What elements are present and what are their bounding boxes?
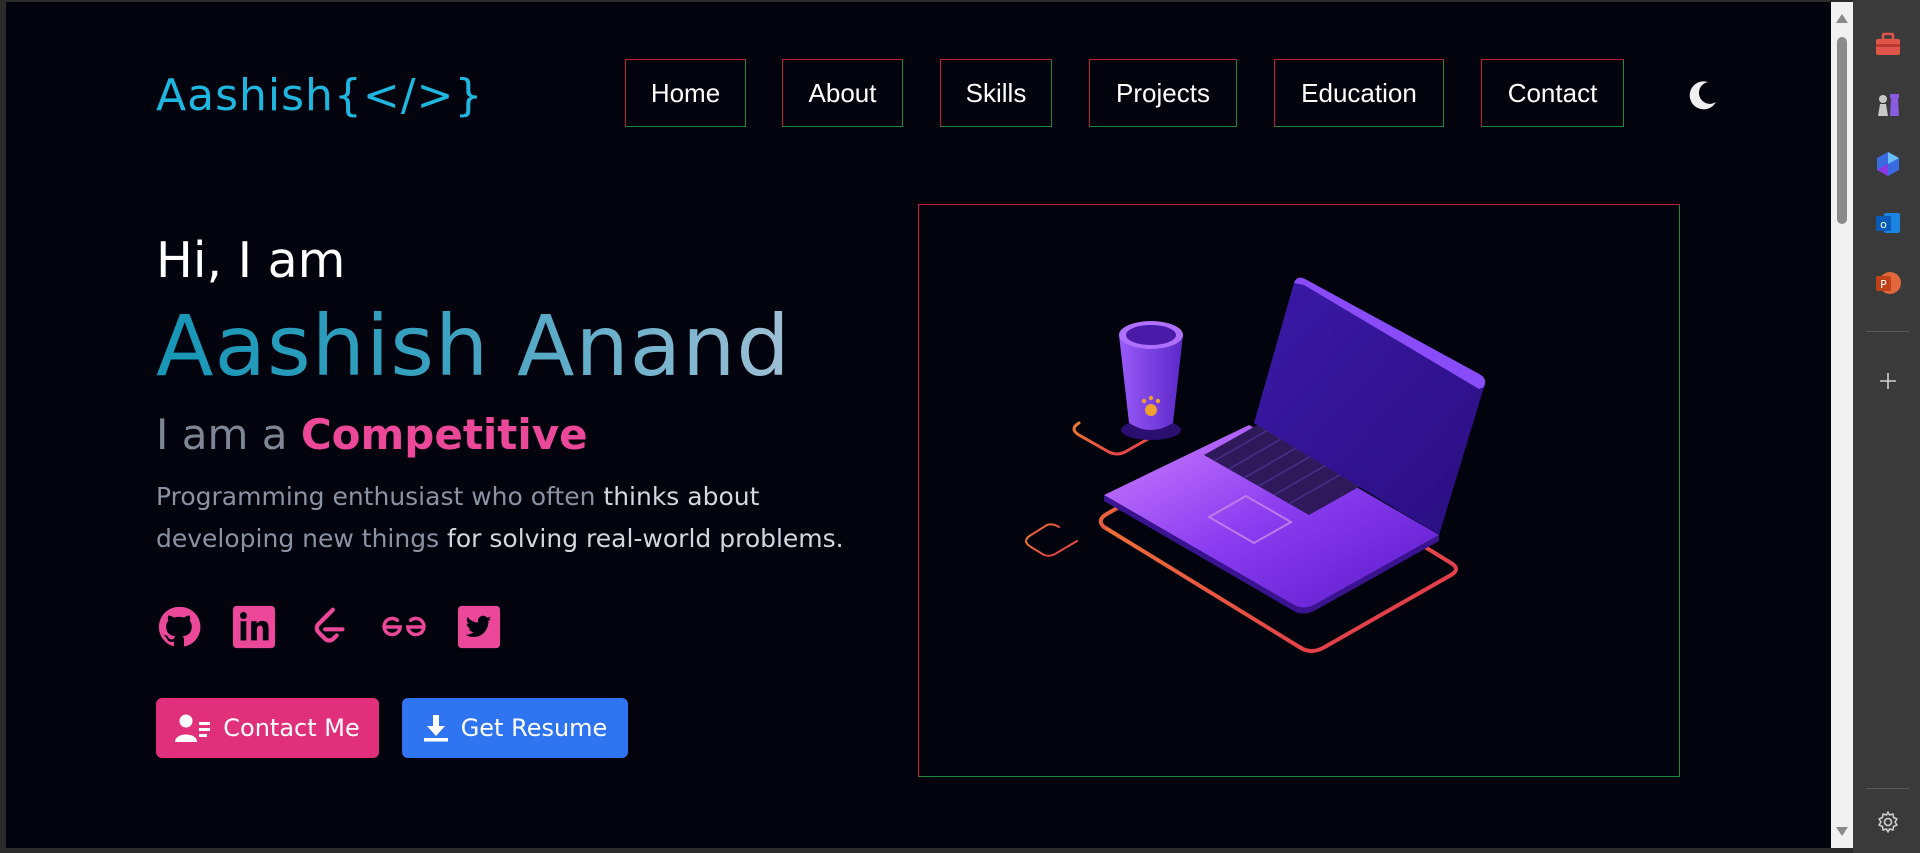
desc-part-2a: developing new things bbox=[156, 524, 448, 553]
add-icon[interactable] bbox=[1874, 367, 1902, 395]
outlook-icon[interactable]: o bbox=[1874, 209, 1902, 237]
nav-education[interactable]: Education bbox=[1274, 59, 1444, 127]
role-line: I am a Competitive bbox=[156, 410, 588, 459]
role-word: Competitive bbox=[300, 410, 588, 459]
get-resume-label: Get Resume bbox=[460, 714, 608, 742]
linkedin-icon[interactable] bbox=[231, 604, 277, 650]
greeting: Hi, I am bbox=[156, 232, 346, 289]
geeksforgeeks-icon[interactable] bbox=[381, 604, 427, 650]
download-icon bbox=[423, 714, 449, 742]
scroll-down-arrow-icon[interactable] bbox=[1836, 827, 1848, 836]
desc-part-1b: thinks about bbox=[603, 482, 760, 511]
hero-name: Aashish Anand bbox=[156, 297, 791, 395]
nav-about[interactable]: About bbox=[782, 59, 903, 127]
nav-projects[interactable]: Projects bbox=[1089, 59, 1237, 127]
nav-skills[interactable]: Skills bbox=[940, 59, 1052, 127]
github-icon[interactable] bbox=[156, 604, 202, 650]
leetcode-icon[interactable] bbox=[306, 604, 352, 650]
twitter-icon[interactable] bbox=[456, 604, 502, 650]
scrollbar-thumb[interactable] bbox=[1837, 37, 1847, 224]
browser-viewport: Aashish{</>} Home About Skills Projects … bbox=[6, 2, 1831, 848]
hero-description: Programming enthusiast who often thinks … bbox=[156, 476, 876, 560]
sidebar-divider-bottom bbox=[1866, 788, 1909, 789]
settings-icon[interactable] bbox=[1874, 808, 1902, 836]
scroll-up-arrow-icon[interactable] bbox=[1836, 14, 1848, 23]
contact-me-button[interactable]: Contact Me bbox=[156, 698, 379, 758]
desc-part-1a: Programming enthusiast who often bbox=[156, 482, 604, 511]
desc-part-2b: for solving real-world problems. bbox=[447, 524, 844, 553]
laptop-illustration bbox=[1025, 277, 1485, 653]
vertical-scrollbar[interactable] bbox=[1831, 2, 1853, 848]
powerpoint-icon[interactable]: P bbox=[1874, 269, 1902, 297]
contact-me-label: Contact Me bbox=[223, 714, 360, 742]
browser-sidebar: o P bbox=[1853, 0, 1920, 853]
svg-text:P: P bbox=[1880, 278, 1887, 291]
user-card-icon bbox=[175, 713, 211, 743]
svg-text:o: o bbox=[1880, 218, 1887, 231]
moon-icon[interactable] bbox=[1686, 78, 1720, 112]
sidebar-divider bbox=[1866, 331, 1909, 332]
role-prefix: I am a bbox=[156, 410, 288, 459]
copilot-icon[interactable] bbox=[1874, 150, 1902, 178]
nav-contact[interactable]: Contact bbox=[1481, 59, 1624, 127]
hero-illustration-frame bbox=[918, 204, 1680, 777]
chess-icon[interactable] bbox=[1874, 90, 1902, 118]
nav-home[interactable]: Home bbox=[625, 59, 746, 127]
site-logo[interactable]: Aashish{</>} bbox=[156, 70, 483, 121]
toolbox-icon[interactable] bbox=[1874, 30, 1902, 58]
get-resume-button[interactable]: Get Resume bbox=[402, 698, 628, 758]
